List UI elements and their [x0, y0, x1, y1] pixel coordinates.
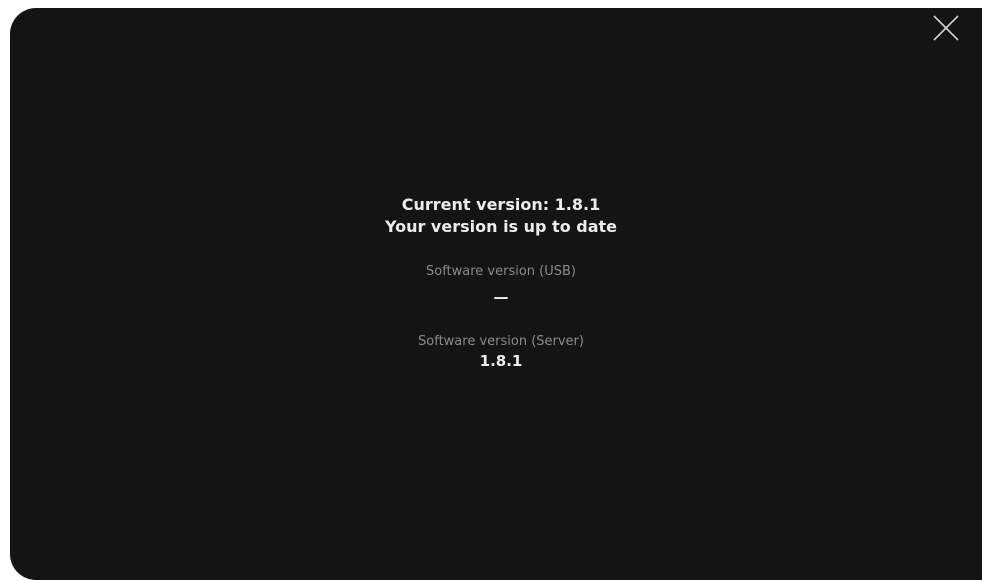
up-to-date-text: Your version is up to date [384, 217, 618, 236]
close-button[interactable] [930, 12, 962, 44]
close-icon [933, 15, 959, 41]
version-info: Current version: 1.8.1 Your version is u… [10, 194, 982, 371]
usb-version-label: Software version (USB) [425, 264, 576, 279]
current-version-text: Current version: 1.8.1 [401, 195, 601, 214]
server-version-value: 1.8.1 [479, 352, 523, 370]
software-version-dialog: Current version: 1.8.1 Your version is u… [10, 8, 982, 580]
server-version-label: Software version (Server) [418, 334, 584, 349]
usb-version-value: — [493, 288, 509, 306]
